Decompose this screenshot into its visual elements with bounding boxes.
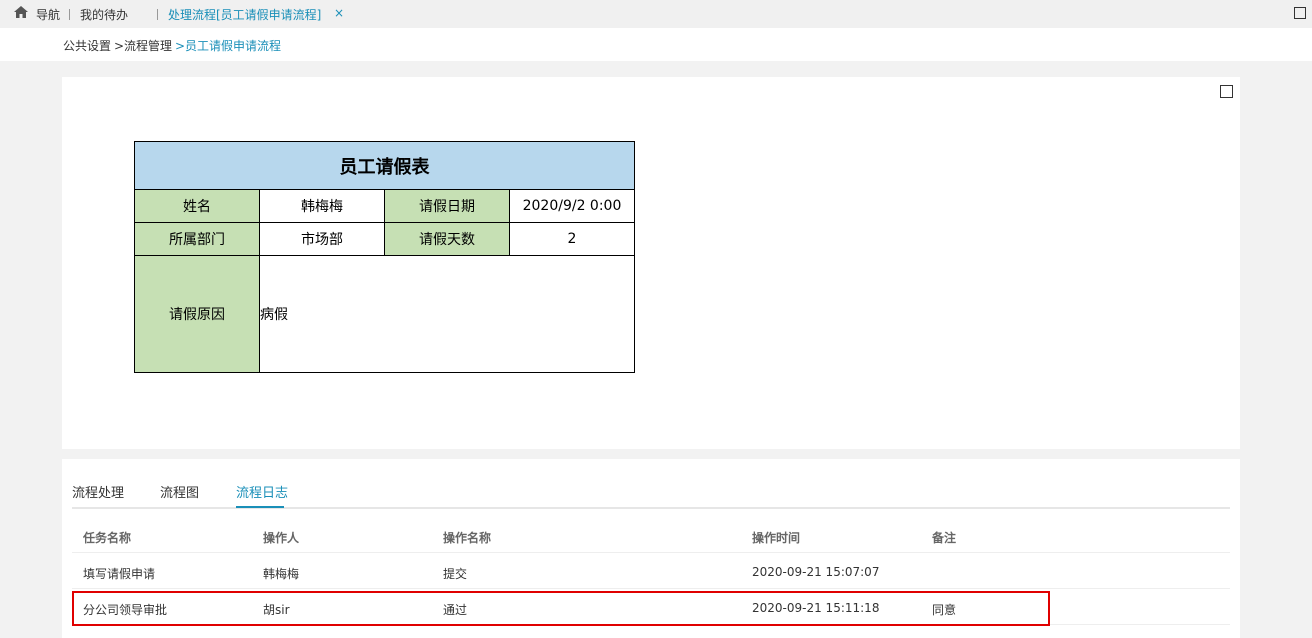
process-panel: 流程处理 流程图 流程日志 任务名称 操作人 操作名称 操作时间 备注 填写请假… [62, 459, 1240, 638]
date-label: 请假日期 [384, 189, 510, 223]
form-title: 员工请假表 [134, 141, 635, 190]
reason-value: 病假 [259, 255, 635, 373]
days-label: 请假天数 [384, 222, 510, 256]
active-tab-underline [236, 506, 284, 508]
tab-divider [157, 9, 158, 20]
name-value: 韩梅梅 [259, 189, 385, 223]
todo-tab[interactable]: 我的待办 [80, 6, 128, 23]
operation-cell: 提交 [443, 567, 468, 581]
nav-tab[interactable]: 导航 [36, 6, 60, 23]
tab-divider [69, 9, 70, 20]
column-header: 操作名称 [443, 531, 492, 545]
process-tabs: 流程处理 流程图 流程日志 [72, 481, 1230, 509]
operator-cell: 韩梅梅 [263, 567, 300, 581]
close-tab-icon[interactable]: × [334, 6, 344, 20]
home-icon[interactable] [13, 5, 29, 19]
breadcrumb-root[interactable]: 公共设置 [63, 37, 111, 54]
department-label: 所属部门 [134, 222, 260, 256]
department-value: 市场部 [259, 222, 385, 256]
form-panel: 员工请假表 姓名 韩梅梅 请假日期 2020/9/2 0:00 所属部门 市场部… [62, 77, 1240, 449]
row-highlight-box [72, 591, 1050, 626]
time-cell: 2020-09-21 15:07:07 [752, 565, 880, 579]
reason-label: 请假原因 [134, 255, 260, 373]
date-value: 2020/9/2 0:00 [509, 189, 635, 223]
maximize-panel-icon[interactable] [1220, 85, 1233, 98]
breadcrumb: 公共设置 >流程管理 >员工请假申请流程 [0, 28, 1312, 61]
days-value: 2 [509, 222, 635, 256]
column-header: 任务名称 [83, 531, 132, 545]
process-flow-tab[interactable]: 处理流程[员工请假申请流程] [168, 6, 321, 23]
top-tab-bar: 导航 我的待办 处理流程[员工请假申请流程] × [0, 0, 1312, 28]
maximize-window-icon[interactable] [1294, 7, 1306, 19]
table-row[interactable]: 填写请假申请 韩梅梅 提交 2020-09-21 15:07:07 [72, 553, 1230, 589]
tab-flow-chart[interactable]: 流程图 [160, 482, 199, 501]
task-name-cell: 填写请假申请 [83, 567, 156, 581]
tab-process-handling[interactable]: 流程处理 [72, 482, 124, 501]
column-header: 备注 [932, 531, 957, 545]
column-header: 操作时间 [752, 531, 801, 545]
breadcrumb-process-management[interactable]: >流程管理 [114, 37, 172, 54]
column-header: 操作人 [263, 531, 300, 545]
leave-request-form: 员工请假表 姓名 韩梅梅 请假日期 2020/9/2 0:00 所属部门 市场部… [134, 141, 635, 373]
name-label: 姓名 [134, 189, 260, 223]
breadcrumb-current: >员工请假申请流程 [175, 39, 282, 53]
table-header: 任务名称 操作人 操作名称 操作时间 备注 [72, 517, 1230, 553]
tab-process-log[interactable]: 流程日志 [236, 482, 288, 501]
